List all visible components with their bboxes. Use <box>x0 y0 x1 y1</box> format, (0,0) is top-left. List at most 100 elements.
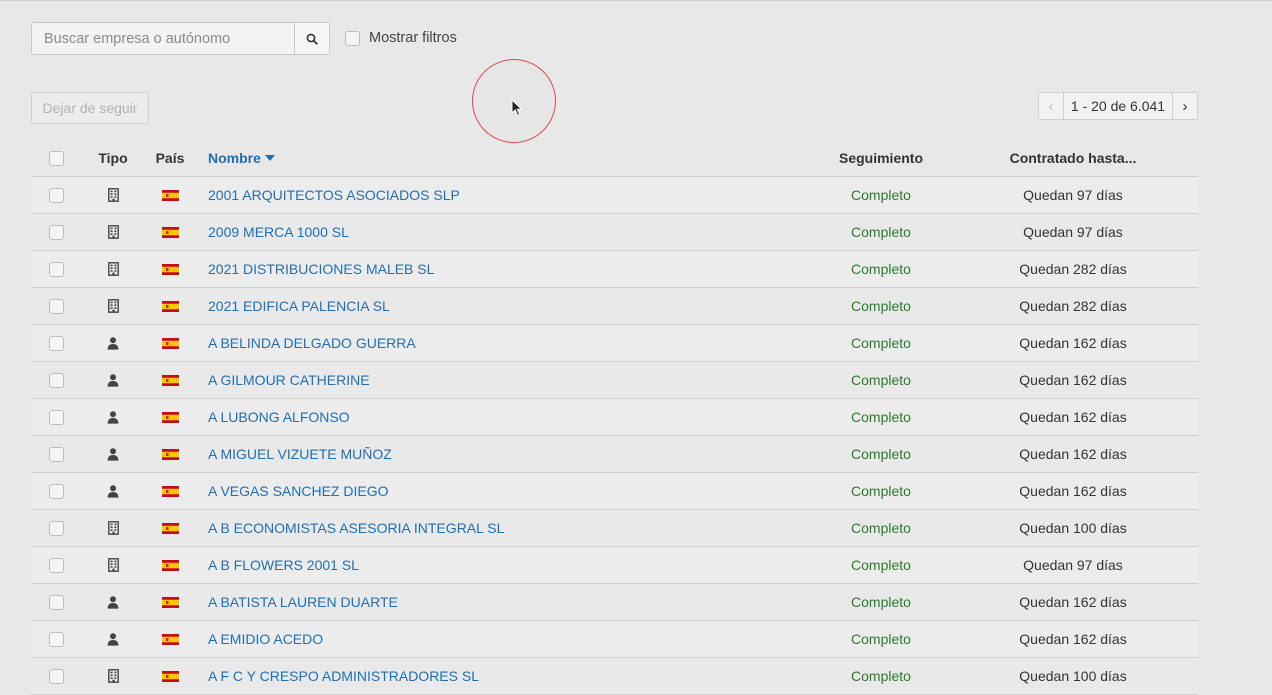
spain-flag-icon <box>161 411 179 423</box>
company-name-link[interactable]: 2009 MERCA 1000 SL <box>208 224 349 240</box>
company-name-link[interactable]: 2021 EDIFICA PALENCIA SL <box>208 298 390 314</box>
select-all-checkbox[interactable] <box>48 150 64 166</box>
contract-remaining: Quedan 162 días <box>1019 446 1127 462</box>
company-name-link[interactable]: A EMIDIO ACEDO <box>208 631 323 647</box>
row-checkbox[interactable] <box>48 557 64 573</box>
company-name-link[interactable]: A LUBONG ALFONSO <box>208 409 350 425</box>
company-name-link[interactable]: A B FLOWERS 2001 SL <box>208 557 359 573</box>
header-nombre-label: Nombre <box>208 150 261 166</box>
sort-desc-icon <box>264 155 275 161</box>
type-cell <box>81 632 145 646</box>
header-seguimiento[interactable]: Seguimiento <box>814 150 948 166</box>
row-checkbox[interactable] <box>48 187 64 203</box>
type-cell <box>81 484 145 498</box>
type-cell <box>81 373 145 387</box>
building-icon <box>107 558 119 572</box>
company-name-link[interactable]: A MIGUEL VIZUETE MUÑOZ <box>208 446 392 462</box>
building-icon <box>107 299 119 313</box>
tracking-status: Completo <box>851 557 911 573</box>
table-row: 2009 MERCA 1000 SL Completo Quedan 97 dí… <box>31 214 1198 251</box>
tracking-status: Completo <box>851 631 911 647</box>
type-cell <box>81 336 145 350</box>
pagination-prev-button[interactable]: ‹ <box>1039 93 1064 119</box>
spain-flag-icon <box>161 559 179 571</box>
spain-flag-icon <box>161 596 179 608</box>
header-pais[interactable]: País <box>145 150 195 166</box>
country-cell <box>145 670 195 682</box>
table-row: A B ECONOMISTAS ASESORIA INTEGRAL SL Com… <box>31 510 1198 547</box>
show-filters-checkbox[interactable] <box>345 30 360 46</box>
contract-remaining: Quedan 282 días <box>1019 261 1127 277</box>
building-icon <box>107 188 119 202</box>
header-tipo[interactable]: Tipo <box>81 150 145 166</box>
row-checkbox[interactable] <box>48 668 64 684</box>
country-cell <box>145 522 195 534</box>
person-icon <box>107 410 119 424</box>
country-cell <box>145 263 195 275</box>
search-input[interactable] <box>31 22 295 55</box>
mouse-pointer-icon <box>511 99 523 117</box>
type-cell <box>81 558 145 572</box>
row-checkbox[interactable] <box>48 594 64 610</box>
search-button[interactable] <box>294 22 330 55</box>
company-name-link[interactable]: A BATISTA LAUREN DUARTE <box>208 594 398 610</box>
table-row: A LUBONG ALFONSO Completo Quedan 162 día… <box>31 399 1198 436</box>
country-cell <box>145 189 195 201</box>
company-name-link[interactable]: A F C Y CRESPO ADMINISTRADORES SL <box>208 668 479 684</box>
building-icon <box>107 225 119 239</box>
row-checkbox[interactable] <box>48 520 64 536</box>
companies-table: Tipo País Nombre Seguimiento Contratado … <box>31 140 1198 695</box>
spain-flag-icon <box>161 633 179 645</box>
contract-remaining: Quedan 97 días <box>1023 557 1123 573</box>
row-checkbox[interactable] <box>48 298 64 314</box>
table-row: A VEGAS SANCHEZ DIEGO Completo Quedan 16… <box>31 473 1198 510</box>
building-icon <box>107 669 119 683</box>
contract-remaining: Quedan 162 días <box>1019 335 1127 351</box>
type-cell <box>81 521 145 535</box>
row-checkbox[interactable] <box>48 372 64 388</box>
pagination-next-button[interactable]: › <box>1172 93 1197 119</box>
company-name-link[interactable]: A GILMOUR CATHERINE <box>208 372 370 388</box>
tracking-status: Completo <box>851 224 911 240</box>
row-checkbox[interactable] <box>48 483 64 499</box>
row-checkbox[interactable] <box>48 446 64 462</box>
row-checkbox[interactable] <box>48 335 64 351</box>
country-cell <box>145 633 195 645</box>
company-name-link[interactable]: 2001 ARQUITECTOS ASOCIADOS SLP <box>208 187 460 203</box>
person-icon <box>107 595 119 609</box>
header-contratado[interactable]: Contratado hasta... <box>948 150 1198 166</box>
person-icon <box>107 632 119 646</box>
company-name-link[interactable]: A VEGAS SANCHEZ DIEGO <box>208 483 389 499</box>
type-cell <box>81 188 145 202</box>
contract-remaining: Quedan 97 días <box>1023 187 1123 203</box>
contract-remaining: Quedan 162 días <box>1019 409 1127 425</box>
tracking-status: Completo <box>851 594 911 610</box>
search-icon <box>306 33 318 45</box>
type-cell <box>81 410 145 424</box>
country-cell <box>145 337 195 349</box>
spain-flag-icon <box>161 374 179 386</box>
tracking-status: Completo <box>851 372 911 388</box>
company-name-link[interactable]: 2021 DISTRIBUCIONES MALEB SL <box>208 261 434 277</box>
tracking-status: Completo <box>851 520 911 536</box>
type-cell <box>81 595 145 609</box>
row-checkbox[interactable] <box>48 409 64 425</box>
spain-flag-icon <box>161 670 179 682</box>
unfollow-button[interactable]: Dejar de seguir <box>31 92 149 124</box>
contract-remaining: Quedan 162 días <box>1019 631 1127 647</box>
company-name-link[interactable]: A BELINDA DELGADO GUERRA <box>208 335 416 351</box>
contract-remaining: Quedan 162 días <box>1019 483 1127 499</box>
person-icon <box>107 336 119 350</box>
show-filters-toggle[interactable]: Mostrar filtros <box>345 30 457 46</box>
tracking-status: Completo <box>851 261 911 277</box>
row-checkbox[interactable] <box>48 224 64 240</box>
company-name-link[interactable]: A B ECONOMISTAS ASESORIA INTEGRAL SL <box>208 520 504 536</box>
pagination-range: 1 - 20 de 6.041 <box>1070 98 1166 114</box>
header-nombre[interactable]: Nombre <box>195 150 814 166</box>
contract-remaining: Quedan 282 días <box>1019 298 1127 314</box>
row-checkbox[interactable] <box>48 261 64 277</box>
table-row: 2021 DISTRIBUCIONES MALEB SL Completo Qu… <box>31 251 1198 288</box>
table-body: 2001 ARQUITECTOS ASOCIADOS SLP Completo … <box>31 177 1198 695</box>
country-cell <box>145 448 195 460</box>
row-checkbox[interactable] <box>48 631 64 647</box>
